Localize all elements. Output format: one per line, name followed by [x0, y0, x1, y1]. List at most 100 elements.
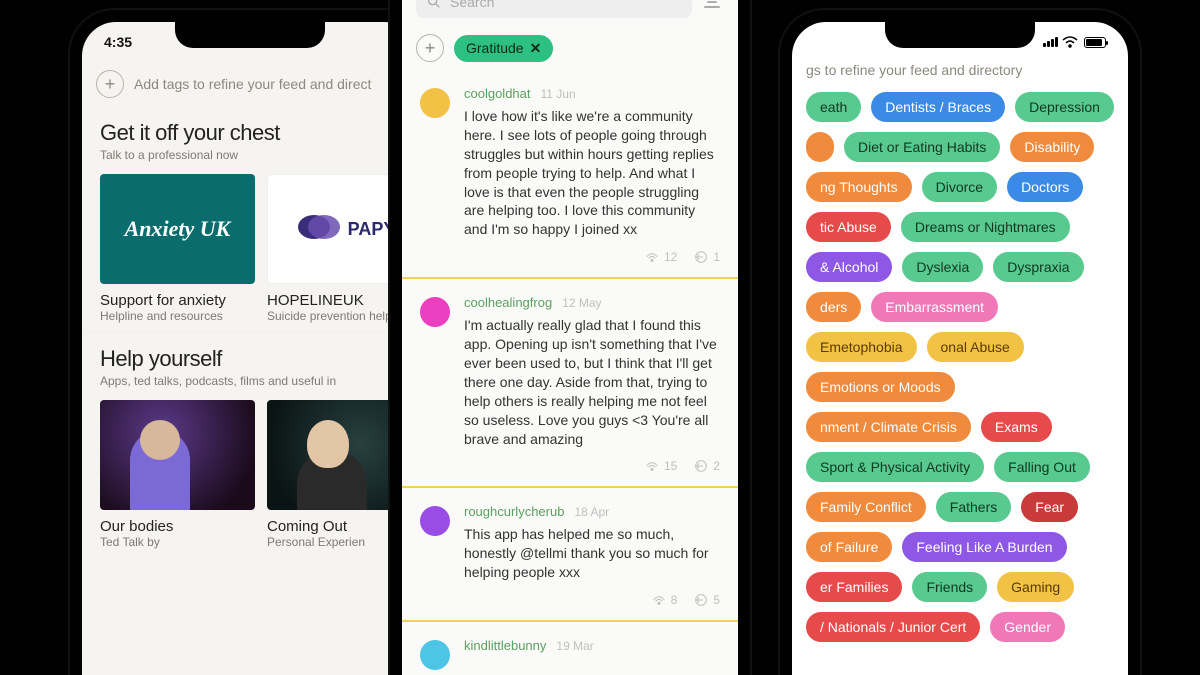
remove-tag-icon[interactable]: ✕	[530, 40, 542, 57]
post-username[interactable]: coolgoldhat	[464, 86, 531, 101]
avatar	[420, 88, 450, 118]
reply-button[interactable]: 1	[693, 249, 720, 265]
tag-pill[interactable]: onal Abuse	[927, 332, 1024, 362]
section-subtitle: Talk to a professional now	[100, 148, 400, 162]
tag-pill[interactable]: of Failure	[806, 532, 892, 562]
signal-icon	[1043, 37, 1058, 47]
section-help-yourself: Help yourself Apps, ted talks, podcasts,…	[82, 332, 418, 557]
speech-bubble-icon	[294, 209, 344, 249]
like-button[interactable]: 12	[644, 249, 677, 265]
search-icon	[426, 0, 442, 10]
tag-pill[interactable]: ders	[806, 292, 861, 322]
post-text: I love how it's like we're a community h…	[464, 107, 720, 239]
tag-pill[interactable]: Dyslexia	[902, 252, 983, 282]
wifi-icon	[1062, 36, 1078, 48]
card-thumbnail	[100, 400, 255, 510]
tag-pill[interactable]: tic Abuse	[806, 212, 891, 242]
reply-button[interactable]: 5	[693, 592, 720, 608]
post-text: This app has helped me so much, honestly…	[464, 525, 720, 582]
post-date: 12 May	[562, 296, 601, 310]
like-button[interactable]: 8	[651, 592, 678, 608]
content-card-our-bodies[interactable]: Our bodies Ted Talk by	[100, 400, 255, 549]
tag-pill[interactable]: Friends	[912, 572, 987, 602]
like-count: 8	[671, 593, 678, 607]
notch	[885, 22, 1035, 48]
status-time: 4:35	[104, 34, 132, 50]
battery-icon	[1084, 37, 1106, 48]
tag-pill[interactable]: Dreams or Nightmares	[901, 212, 1070, 242]
tag-label: Gratitude	[466, 40, 524, 56]
feed-post[interactable]: coolhealingfrog 12 May I'm actually real…	[402, 279, 738, 488]
feed-post[interactable]: roughcurlycherub 18 Apr This app has hel…	[402, 488, 738, 622]
feed-post[interactable]: kindlittlebunny 19 Mar	[402, 622, 738, 675]
tag-pill[interactable]: Divorce	[922, 172, 997, 202]
tag-pill[interactable]	[806, 132, 834, 162]
tag-pill[interactable]: Gaming	[997, 572, 1074, 602]
tag-pill[interactable]: ng Thoughts	[806, 172, 912, 202]
content-card-coming-out[interactable]: Coming Out Personal Experien	[267, 400, 400, 549]
tag-pill[interactable]: Emotions or Moods	[806, 372, 955, 402]
reply-icon	[693, 592, 709, 608]
add-tag-button[interactable]: +	[416, 34, 444, 62]
directory-card-anxiety-uk[interactable]: Anxiety UK Support for anxiety Helpline …	[100, 174, 255, 323]
tag-pill[interactable]: Dentists / Braces	[871, 92, 1005, 122]
post-username[interactable]: roughcurlycherub	[464, 504, 564, 519]
directory-card-hopeline[interactable]: PAPY HOPELINEUK Suicide prevention helpl…	[267, 174, 400, 323]
tag-pill[interactable]: Gender	[990, 612, 1065, 642]
like-icon	[644, 458, 660, 474]
section-title: Get it off your chest	[100, 120, 400, 146]
tag-pill[interactable]: Embarrassment	[871, 292, 998, 322]
reply-count: 2	[713, 459, 720, 473]
phone-directory: 4:35 + Add tags to refine your feed and …	[70, 10, 430, 675]
tag-pill[interactable]: eath	[806, 92, 861, 122]
phone-feed: Search + Gratitude ✕ coolgoldhat 11 Jun …	[390, 0, 750, 675]
tag-pill[interactable]: er Families	[806, 572, 902, 602]
tag-pill[interactable]: Fathers	[936, 492, 1011, 522]
tag-pill[interactable]: Feeling Like A Burden	[902, 532, 1066, 562]
like-count: 12	[664, 250, 677, 264]
tag-hint-text: Add tags to refine your feed and direct	[134, 76, 371, 92]
feed-list: coolgoldhat 11 Jun I love how it's like …	[402, 70, 738, 675]
like-button[interactable]: 15	[644, 458, 677, 474]
avatar	[420, 640, 450, 670]
search-placeholder: Search	[450, 0, 494, 10]
reply-icon	[693, 249, 709, 265]
tag-pill[interactable]: nment / Climate Crisis	[806, 412, 971, 442]
tag-pill[interactable]: Dyspraxia	[993, 252, 1083, 282]
reply-button[interactable]: 2	[693, 458, 720, 474]
tag-pill[interactable]: Sport & Physical Activity	[806, 452, 984, 482]
post-username[interactable]: coolhealingfrog	[464, 295, 552, 310]
search-input[interactable]: Search	[416, 0, 692, 18]
add-tag-button[interactable]: +	[96, 70, 124, 98]
filter-icon[interactable]	[700, 0, 724, 8]
like-icon	[644, 249, 660, 265]
post-text: I'm actually really glad that I found th…	[464, 316, 720, 448]
feed-post[interactable]: coolgoldhat 11 Jun I love how it's like …	[402, 70, 738, 279]
like-count: 15	[664, 459, 677, 473]
section-professionals: Get it off your chest Talk to a professi…	[82, 106, 418, 332]
tag-pill[interactable]: Doctors	[1007, 172, 1083, 202]
section-subtitle: Apps, ted talks, podcasts, films and use…	[100, 374, 400, 388]
stage: 4:35 + Add tags to refine your feed and …	[0, 0, 1200, 675]
reply-icon	[693, 458, 709, 474]
tag-pill[interactable]: Fear	[1021, 492, 1078, 522]
tag-pill[interactable]: Falling Out	[994, 452, 1090, 482]
active-tag-chip[interactable]: Gratitude ✕	[454, 35, 553, 62]
post-username[interactable]: kindlittlebunny	[464, 638, 546, 653]
card-title: Support for anxiety	[100, 292, 255, 309]
tag-pill[interactable]: / Nationals / Junior Cert	[806, 612, 980, 642]
tag-pill[interactable]: Diet or Eating Habits	[844, 132, 1000, 162]
tag-pill[interactable]: Disability	[1010, 132, 1094, 162]
card-thumbnail: Anxiety UK	[100, 174, 255, 284]
tag-pill[interactable]: Depression	[1015, 92, 1114, 122]
tag-filter-row: + Add tags to refine your feed and direc…	[82, 62, 418, 106]
tag-pill[interactable]: Exams	[981, 412, 1052, 442]
card-title: HOPELINEUK	[267, 292, 400, 309]
tag-pill[interactable]: Emetophobia	[806, 332, 917, 362]
card-thumbnail: PAPY	[267, 174, 400, 284]
like-icon	[651, 592, 667, 608]
tag-pill[interactable]: Family Conflict	[806, 492, 926, 522]
tag-hint-text: gs to refine your feed and directory	[792, 62, 1128, 88]
tag-pill[interactable]: & Alcohol	[806, 252, 892, 282]
card-title: Coming Out	[267, 518, 400, 535]
